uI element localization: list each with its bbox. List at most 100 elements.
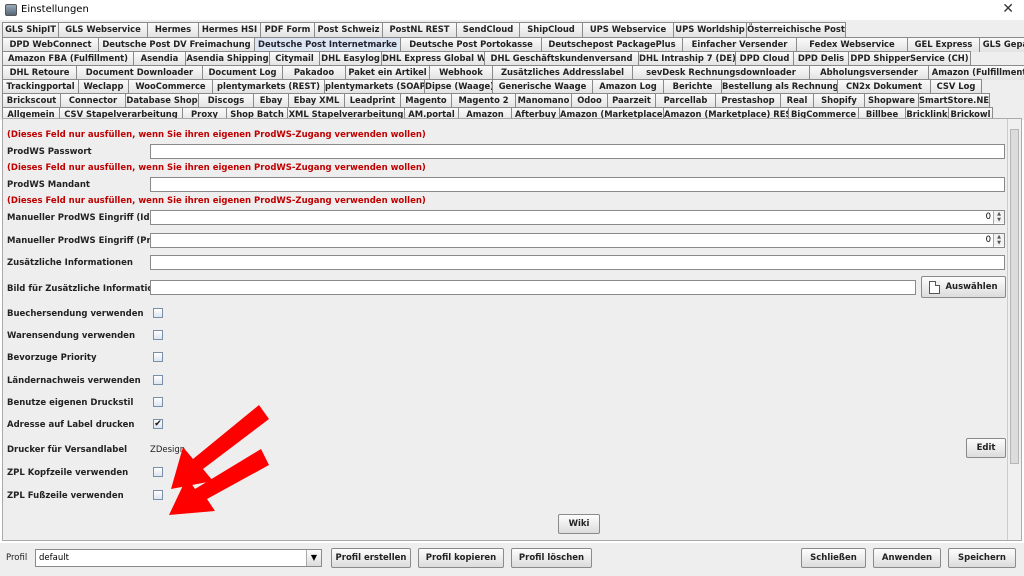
tab-paket-ein-artikel[interactable]: Paket ein Artikel	[345, 65, 429, 80]
tab-database-shop[interactable]: Database Shop	[125, 93, 198, 108]
tab-woocommerce[interactable]: WooCommerce	[128, 79, 212, 94]
tab-discogs[interactable]: Discogs	[198, 93, 253, 108]
tab-dhl-express-global-ws[interactable]: DHL Express Global WS	[381, 51, 484, 66]
tab-abholungsversender[interactable]: Abholungsversender	[809, 65, 928, 80]
speichern-button[interactable]: Speichern	[948, 548, 1016, 568]
tab-document-log[interactable]: Document Log	[202, 65, 282, 80]
tab-amazon-fba-fulfillment[interactable]: Amazon FBA (Fulfillment)	[2, 51, 133, 66]
tab-dpd-delis[interactable]: DPD Delis	[793, 51, 848, 66]
warensendung-checkbox[interactable]	[153, 330, 163, 340]
tab-berichte[interactable]: Berichte	[663, 79, 721, 94]
tab-fedex-webservice[interactable]: Fedex Webservice	[796, 37, 907, 52]
edit-button[interactable]: Edit	[966, 438, 1006, 458]
druckstil-checkbox[interactable]	[153, 397, 163, 407]
tab-österreichische-post[interactable]: Österreichische Post	[746, 22, 846, 37]
tab-generische-waage[interactable]: Generische Waage	[492, 79, 592, 94]
tab-amazon-fulfillment[interactable]: Amazon (Fulfillment)	[928, 65, 1024, 80]
tab-postnl-rest[interactable]: PostNL REST	[382, 22, 456, 37]
tab-parcellab[interactable]: Parcellab	[655, 93, 715, 108]
profil-dropdown[interactable]: default ▼	[35, 549, 322, 567]
tab-hermes[interactable]: Hermes	[147, 22, 198, 37]
close-icon[interactable]: ✕	[1002, 1, 1014, 17]
tab-amazon-log[interactable]: Amazon Log	[592, 79, 663, 94]
priority-checkbox[interactable]	[153, 352, 163, 362]
profil-kopieren-button[interactable]: Profil kopieren	[418, 548, 504, 568]
manueller-preis-spinner[interactable]: 0 ▲ ▼	[150, 233, 1005, 248]
profil-loeschen-button[interactable]: Profil löschen	[511, 548, 592, 568]
tab-leadprint[interactable]: Leadprint	[344, 93, 400, 108]
tab-deutsche-post-internetmarke[interactable]: Deutsche Post Internetmarke	[254, 37, 400, 52]
spinner-buttons[interactable]: ▲ ▼	[993, 211, 1004, 224]
tab-dpd-shipperservice-ch[interactable]: DPD ShipperService (CH)	[848, 51, 971, 66]
chevron-down-icon[interactable]: ▼	[306, 550, 321, 566]
zpl-kopf-checkbox[interactable]	[153, 467, 163, 477]
tab-gls-gepard[interactable]: GLS Gepard	[979, 37, 1024, 52]
tab-asendia[interactable]: Asendia	[133, 51, 185, 66]
vertical-scrollbar[interactable]	[1007, 119, 1021, 540]
manueller-id-spinner[interactable]: 0 ▲ ▼	[150, 210, 1005, 225]
anwenden-button[interactable]: Anwenden	[873, 548, 941, 568]
tab-dipse-waage[interactable]: Dipse (Waage)	[424, 79, 492, 94]
tab-ebay[interactable]: Ebay	[253, 93, 288, 108]
tab-shipcloud[interactable]: ShipCloud	[519, 22, 582, 37]
tab-csv-log[interactable]: CSV Log	[930, 79, 982, 94]
tab-einfacher-versender[interactable]: Einfacher Versender	[682, 37, 796, 52]
tab-weclapp[interactable]: Weclapp	[78, 79, 128, 94]
tab-dhl-geschäftskundenversand[interactable]: DHL Geschäftskundenversand	[484, 51, 638, 66]
laendernachweis-checkbox[interactable]	[153, 375, 163, 385]
tab-connector[interactable]: Connector	[60, 93, 125, 108]
tab-pdf-form[interactable]: PDF Form	[260, 22, 314, 37]
tab-magento[interactable]: Magento	[400, 93, 451, 108]
tab-paarzeit[interactable]: Paarzeit	[607, 93, 655, 108]
tab-sendcloud[interactable]: SendCloud	[456, 22, 519, 37]
scrollbar-thumb[interactable]	[1010, 129, 1019, 464]
tab-dhl-retoure[interactable]: DHL Retoure	[2, 65, 76, 80]
tab-trackingportal[interactable]: Trackingportal	[2, 79, 78, 94]
tab-dhl-easylog[interactable]: DHL Easylog	[319, 51, 381, 66]
tab-pakadoo[interactable]: Pakadoo	[282, 65, 345, 80]
wiki-button[interactable]: Wiki	[558, 514, 600, 534]
tab-manomano[interactable]: Manomano	[515, 93, 571, 108]
tab-hermes-hsi[interactable]: Hermes HSI	[198, 22, 260, 37]
tab-prestashop[interactable]: Prestashop	[715, 93, 780, 108]
profil-erstellen-button[interactable]: Profil erstellen	[331, 548, 411, 568]
tab-sevdesk-rechnungsdownloader[interactable]: sevDesk Rechnungsdownloader	[632, 65, 809, 80]
adresse-label-checkbox[interactable]: ✔	[153, 419, 163, 429]
tab-plentymarkets-soap[interactable]: plentymarkets (SOAP)	[324, 79, 424, 94]
tab-gel-express[interactable]: GEL Express	[907, 37, 979, 52]
buechersendung-checkbox[interactable]	[153, 308, 163, 318]
tab-citymail[interactable]: Citymail	[269, 51, 319, 66]
tab-odoo[interactable]: Odoo	[571, 93, 607, 108]
tab-gls-webservice[interactable]: GLS Webservice	[58, 22, 147, 37]
auswaehlen-button[interactable]: Auswählen	[921, 276, 1006, 298]
tab-ebay-xml[interactable]: Ebay XML	[288, 93, 344, 108]
tab-smartstore-net[interactable]: SmartStore.NET	[918, 93, 990, 108]
tab-dpd-webconnect[interactable]: DPD WebConnect	[2, 37, 98, 52]
tab-cn2x-dokument[interactable]: CN2x Dokument	[837, 79, 930, 94]
bild-info-field[interactable]	[150, 280, 916, 295]
tab-real[interactable]: Real	[780, 93, 813, 108]
tab-dpd-cloud[interactable]: DPD Cloud	[735, 51, 793, 66]
prodws-mandant-field[interactable]	[150, 177, 1005, 192]
schliessen-button[interactable]: Schließen	[801, 548, 866, 568]
tab-magento-2[interactable]: Magento 2	[451, 93, 515, 108]
tab-ups-worldship[interactable]: UPS Worldship	[673, 22, 746, 37]
tab-shopify[interactable]: Shopify	[813, 93, 864, 108]
tab-brickscout[interactable]: Brickscout	[2, 93, 60, 108]
tab-ups-webservice[interactable]: UPS Webservice	[582, 22, 673, 37]
prodws-passwort-field[interactable]	[150, 144, 1005, 159]
tab-shopware[interactable]: Shopware	[864, 93, 918, 108]
tab-gls-shipit[interactable]: GLS ShipIT	[2, 22, 58, 37]
tab-deutschepost-packageplus[interactable]: Deutschepost PackagePlus	[541, 37, 682, 52]
zpl-fuss-checkbox[interactable]	[153, 490, 163, 500]
tab-zusätzliches-addresslabel[interactable]: Zusätzliches Addresslabel	[492, 65, 632, 80]
tab-deutsche-post-dv-freimachung[interactable]: Deutsche Post DV Freimachung	[98, 37, 254, 52]
tab-dhl-intraship-7-de[interactable]: DHL Intraship 7 (DE)	[638, 51, 735, 66]
tab-plentymarkets-rest[interactable]: plentymarkets (REST)	[212, 79, 324, 94]
tab-post-schweiz[interactable]: Post Schweiz	[314, 22, 382, 37]
tab-webhook[interactable]: Webhook	[429, 65, 492, 80]
tab-asendia-shipping[interactable]: Asendia Shipping	[185, 51, 269, 66]
zusaetzliche-info-field[interactable]	[150, 255, 1005, 270]
tab-deutsche-post-portokasse[interactable]: Deutsche Post Portokasse	[400, 37, 541, 52]
tab-document-downloader[interactable]: Document Downloader	[76, 65, 202, 80]
